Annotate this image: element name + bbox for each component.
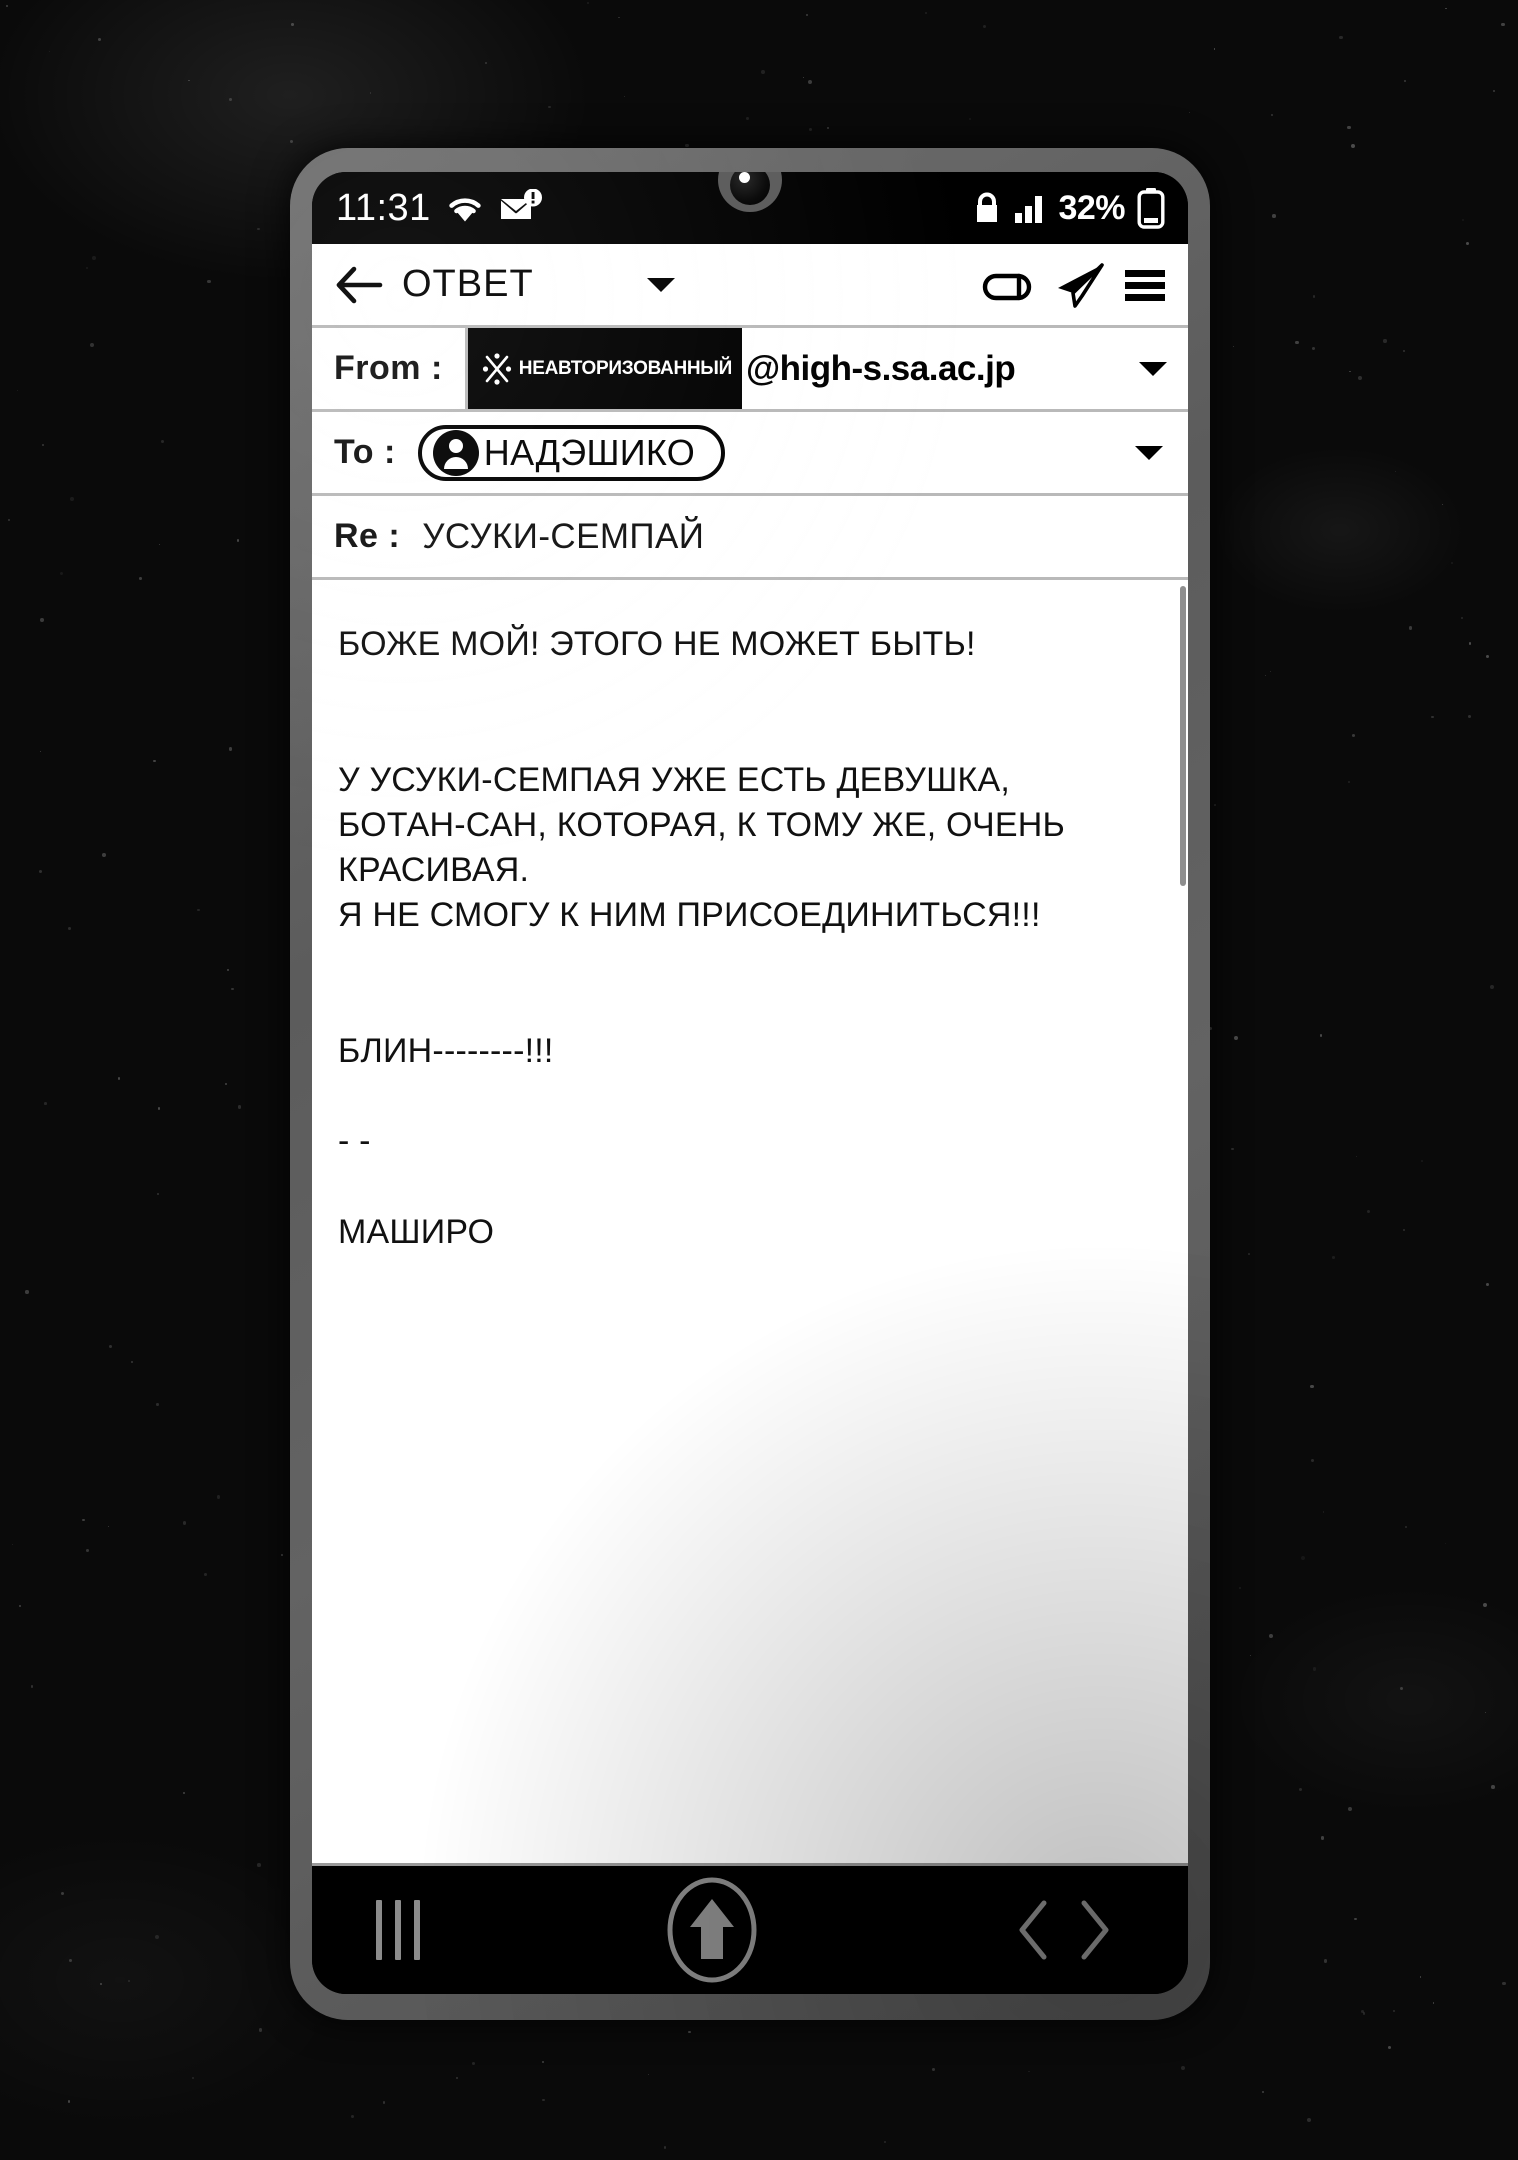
from-badge-text: НЕАВТОРИЗОВАННЫЙ	[518, 357, 732, 379]
status-bar-right: 32%	[972, 187, 1166, 229]
chevron-left-right-icon[interactable]	[1004, 1895, 1124, 1965]
phone-screen: 11:31 32% ОТВЕТ From: НЕАВТОРИЗОВАННЫЙ …	[312, 172, 1188, 1994]
subject-label: Re :	[334, 517, 401, 555]
to-field-row[interactable]: To : НАДЭШИКО	[312, 412, 1188, 496]
to-recipient-name: НАДЭШИКО	[483, 431, 696, 473]
lock-icon	[972, 191, 1002, 225]
from-unauthorized-badge: НЕАВТОРИЗОВАННЫЙ	[464, 328, 742, 409]
camera-lens-icon	[730, 172, 770, 205]
recents-bars-icon[interactable]	[376, 1900, 420, 1960]
send-paper-plane-icon[interactable]	[1052, 261, 1106, 309]
back-arrow-icon[interactable]	[334, 264, 384, 306]
subject-field-row[interactable]: Re : УСУКИ-СЕМПАЙ	[312, 496, 1188, 580]
status-clock: 11:31	[336, 187, 431, 229]
to-label: To :	[334, 433, 396, 471]
hamburger-menu-icon[interactable]	[1122, 264, 1168, 306]
toolbar-title: ОТВЕТ	[402, 263, 534, 305]
contact-avatar-icon	[430, 427, 482, 479]
to-recipient-chip[interactable]: НАДЭШИКО	[417, 424, 726, 481]
from-domain-text: @high-s.sa.ac.jp	[745, 348, 1016, 388]
attachment-icon[interactable]	[982, 263, 1036, 307]
recents-bar-3	[414, 1900, 420, 1960]
subject-value[interactable]: УСУКИ-СЕМПАЙ	[422, 517, 704, 557]
recents-bar-2	[395, 1900, 401, 1960]
message-body-area[interactable]: БОЖЕ МОЙ! ЭТОГО НЕ МОЖЕТ БЫТЬ! У УСУКИ-С…	[312, 580, 1188, 1866]
battery-percentage: 32%	[1058, 188, 1125, 227]
battery-low-icon	[1136, 187, 1166, 229]
signal-bars-icon	[1013, 191, 1047, 225]
from-label: From :	[334, 349, 443, 387]
wifi-icon	[445, 192, 485, 224]
body-scrollbar[interactable]	[1180, 586, 1186, 886]
system-nav-bar	[312, 1866, 1188, 1994]
from-domain-wrap[interactable]: @high-s.sa.ac.jp	[741, 328, 1188, 409]
phone-device-frame: 11:31 32% ОТВЕТ From: НЕАВТОРИЗОВАННЫЙ …	[290, 148, 1210, 2020]
app-toolbar: ОТВЕТ	[312, 244, 1188, 328]
message-body-text[interactable]: БОЖЕ МОЙ! ЭТОГО НЕ МОЖЕТ БЫТЬ! У УСУКИ-С…	[312, 580, 1188, 1255]
recents-bar-1	[376, 1900, 382, 1960]
toolbar-actions	[982, 261, 1168, 309]
chevron-down-icon[interactable]	[644, 274, 678, 296]
chevron-down-icon[interactable]	[1136, 358, 1170, 380]
home-up-arrow-icon[interactable]	[662, 1875, 762, 1985]
chevron-down-icon[interactable]	[1132, 442, 1188, 464]
status-bar-left: 11:31	[336, 189, 543, 227]
unauthorized-mark-icon	[482, 352, 512, 386]
mail-alert-icon	[499, 189, 543, 227]
from-field-row[interactable]: From : НЕАВТОРИЗОВАННЫЙ @high-s.sa.ac.jp	[312, 328, 1188, 412]
